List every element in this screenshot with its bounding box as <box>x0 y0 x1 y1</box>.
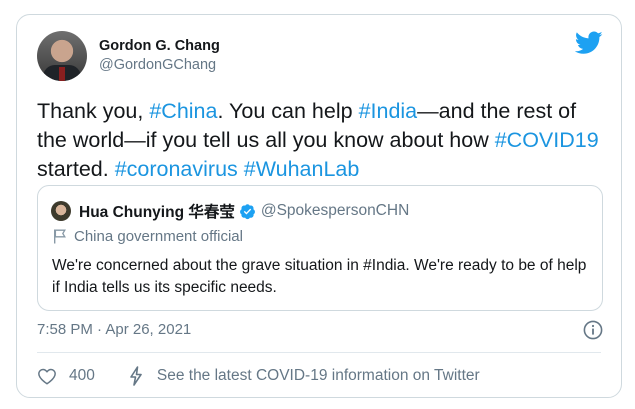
government-label[interactable]: China government official <box>53 228 243 245</box>
author-display-name[interactable]: Gordon G. Chang <box>99 37 220 56</box>
author-handle[interactable]: @GordonGChang <box>99 56 220 75</box>
tweet-text-run: Thank you, <box>37 99 150 123</box>
like-button[interactable]: 400 <box>37 367 95 385</box>
heart-icon <box>38 368 56 385</box>
hashtag-link[interactable]: #WuhanLab <box>244 157 360 181</box>
verified-badge-icon <box>239 203 255 219</box>
hashtag-link[interactable]: #COVID19 <box>495 128 599 152</box>
government-label-text: China government official <box>74 228 243 245</box>
footer-divider <box>37 352 601 353</box>
quoted-tweet-text: We're concerned about the grave situatio… <box>52 257 587 296</box>
hashtag-link[interactable]: #India <box>359 99 418 123</box>
like-count: 400 <box>69 367 95 384</box>
info-icon[interactable] <box>583 320 603 340</box>
hashtag-link[interactable]: #China <box>149 99 217 123</box>
tweet-text-run: . You can help <box>217 99 359 123</box>
covid-info-link[interactable]: See the latest COVID-19 information on T… <box>129 366 480 386</box>
lightning-bolt-icon <box>130 366 142 386</box>
quoted-display-name[interactable]: Hua Chunying 华春莹 <box>79 200 235 222</box>
tweet-timestamp[interactable]: 7:58 PM · Apr 26, 2021 <box>37 321 191 338</box>
government-flag-icon <box>54 229 66 244</box>
quoted-avatar[interactable] <box>51 201 71 221</box>
tweet-author[interactable]: Gordon G. Chang @GordonGChang <box>37 30 220 82</box>
avatar-tie <box>59 67 65 81</box>
author-names: Gordon G. Chang @GordonGChang <box>99 37 220 75</box>
quoted-author: Hua Chunying 华春莹 @SpokespersonCHN <box>51 200 409 222</box>
quoted-tweet[interactable]: Hua Chunying 华春莹 @SpokespersonCHN China … <box>37 185 603 311</box>
tweet-text-run: started. <box>37 157 115 181</box>
quoted-handle[interactable]: @SpokespersonCHN <box>261 202 409 220</box>
tweet-actions: 400 See the latest COVID-19 information … <box>37 365 480 387</box>
avatar[interactable] <box>37 31 87 81</box>
tweet-text: Thank you, #China. You can help #India—a… <box>37 97 607 184</box>
covid-info-text: See the latest COVID-19 information on T… <box>156 367 480 384</box>
twitter-bird-icon[interactable] <box>575 31 603 55</box>
tweet-card: Gordon G. Chang @GordonGChang Thank you,… <box>16 14 622 398</box>
hashtag-link[interactable]: #coronavirus <box>115 157 238 181</box>
